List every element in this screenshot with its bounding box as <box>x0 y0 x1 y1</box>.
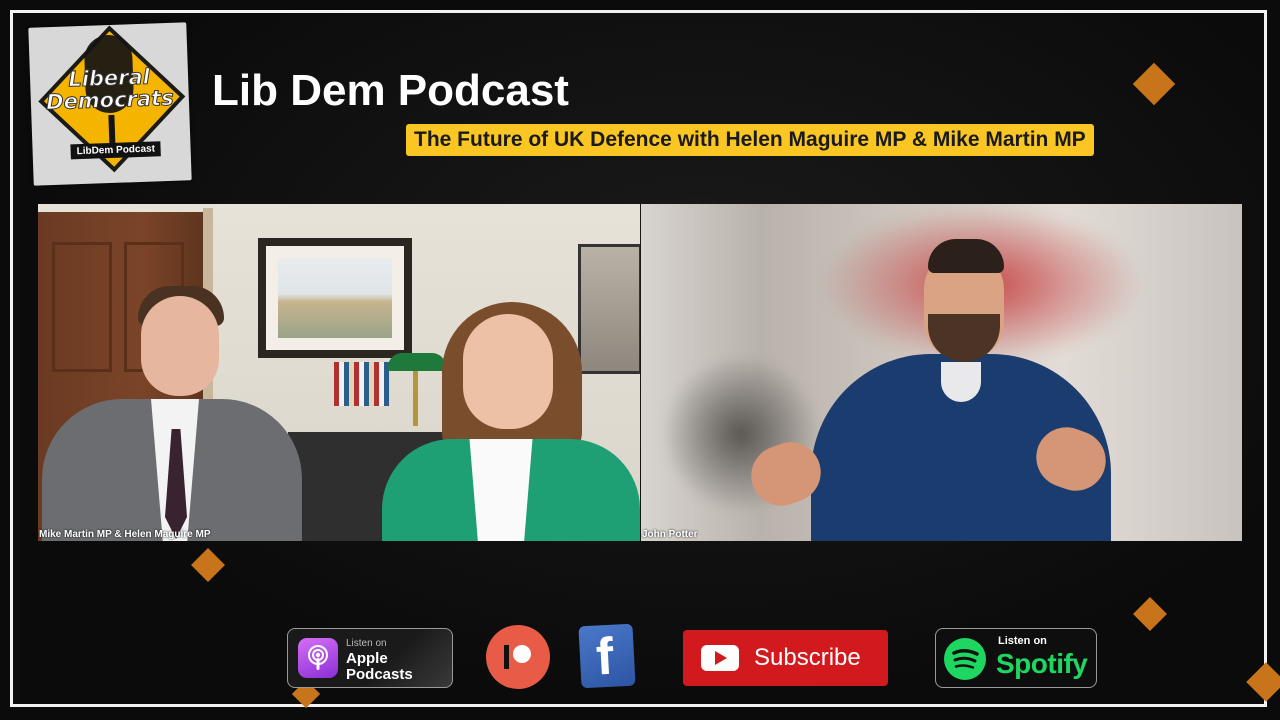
name-tag: John Potter <box>642 529 698 540</box>
guest-man-face <box>141 296 219 396</box>
lamp-shade <box>388 353 446 371</box>
patreon-icon[interactable] <box>486 625 550 689</box>
youtube-icon <box>701 645 739 671</box>
guest-woman-face <box>463 314 553 429</box>
podcast-logo: Liberal Democrats LibDem Podcast <box>28 22 192 186</box>
microphone-stand <box>108 114 116 146</box>
framed-picture <box>258 238 412 358</box>
video-panel-host: John Potter <box>641 204 1242 541</box>
subscribe-label: Subscribe <box>754 644 861 671</box>
mirror <box>578 244 640 374</box>
books <box>334 362 390 406</box>
apple-podcasts-icon <box>298 638 338 678</box>
spotify-badge[interactable]: Listen on Spotify <box>935 628 1097 688</box>
spotify-icon <box>944 638 986 680</box>
name-tag: Mike Martin MP & Helen Maguire MP <box>39 529 211 540</box>
facebook-icon[interactable]: f <box>578 623 636 689</box>
youtube-subscribe-button[interactable]: Subscribe <box>683 630 888 686</box>
logo-lettering: Liberal Democrats <box>45 64 174 115</box>
apple-badge-big-text: Apple Podcasts <box>346 650 413 683</box>
facebook-glyph: f <box>594 627 615 687</box>
apple-badge-small-text: Listen on <box>346 638 387 649</box>
lamp-base <box>413 371 418 426</box>
apple-podcasts-badge[interactable]: Listen on Apple Podcasts <box>287 628 453 688</box>
episode-subtitle: The Future of UK Defence with Helen Magu… <box>406 124 1094 156</box>
spotify-badge-small-text: Listen on <box>998 635 1047 647</box>
video-panel-guests: Mike Martin MP & Helen Maguire MP <box>38 204 640 541</box>
host-hair <box>928 239 1004 273</box>
podcast-title: Lib Dem Podcast <box>212 66 569 115</box>
host-tshirt <box>941 362 981 402</box>
spotify-badge-big-text: Spotify <box>996 648 1088 679</box>
logo-caption: LibDem Podcast <box>70 141 162 160</box>
